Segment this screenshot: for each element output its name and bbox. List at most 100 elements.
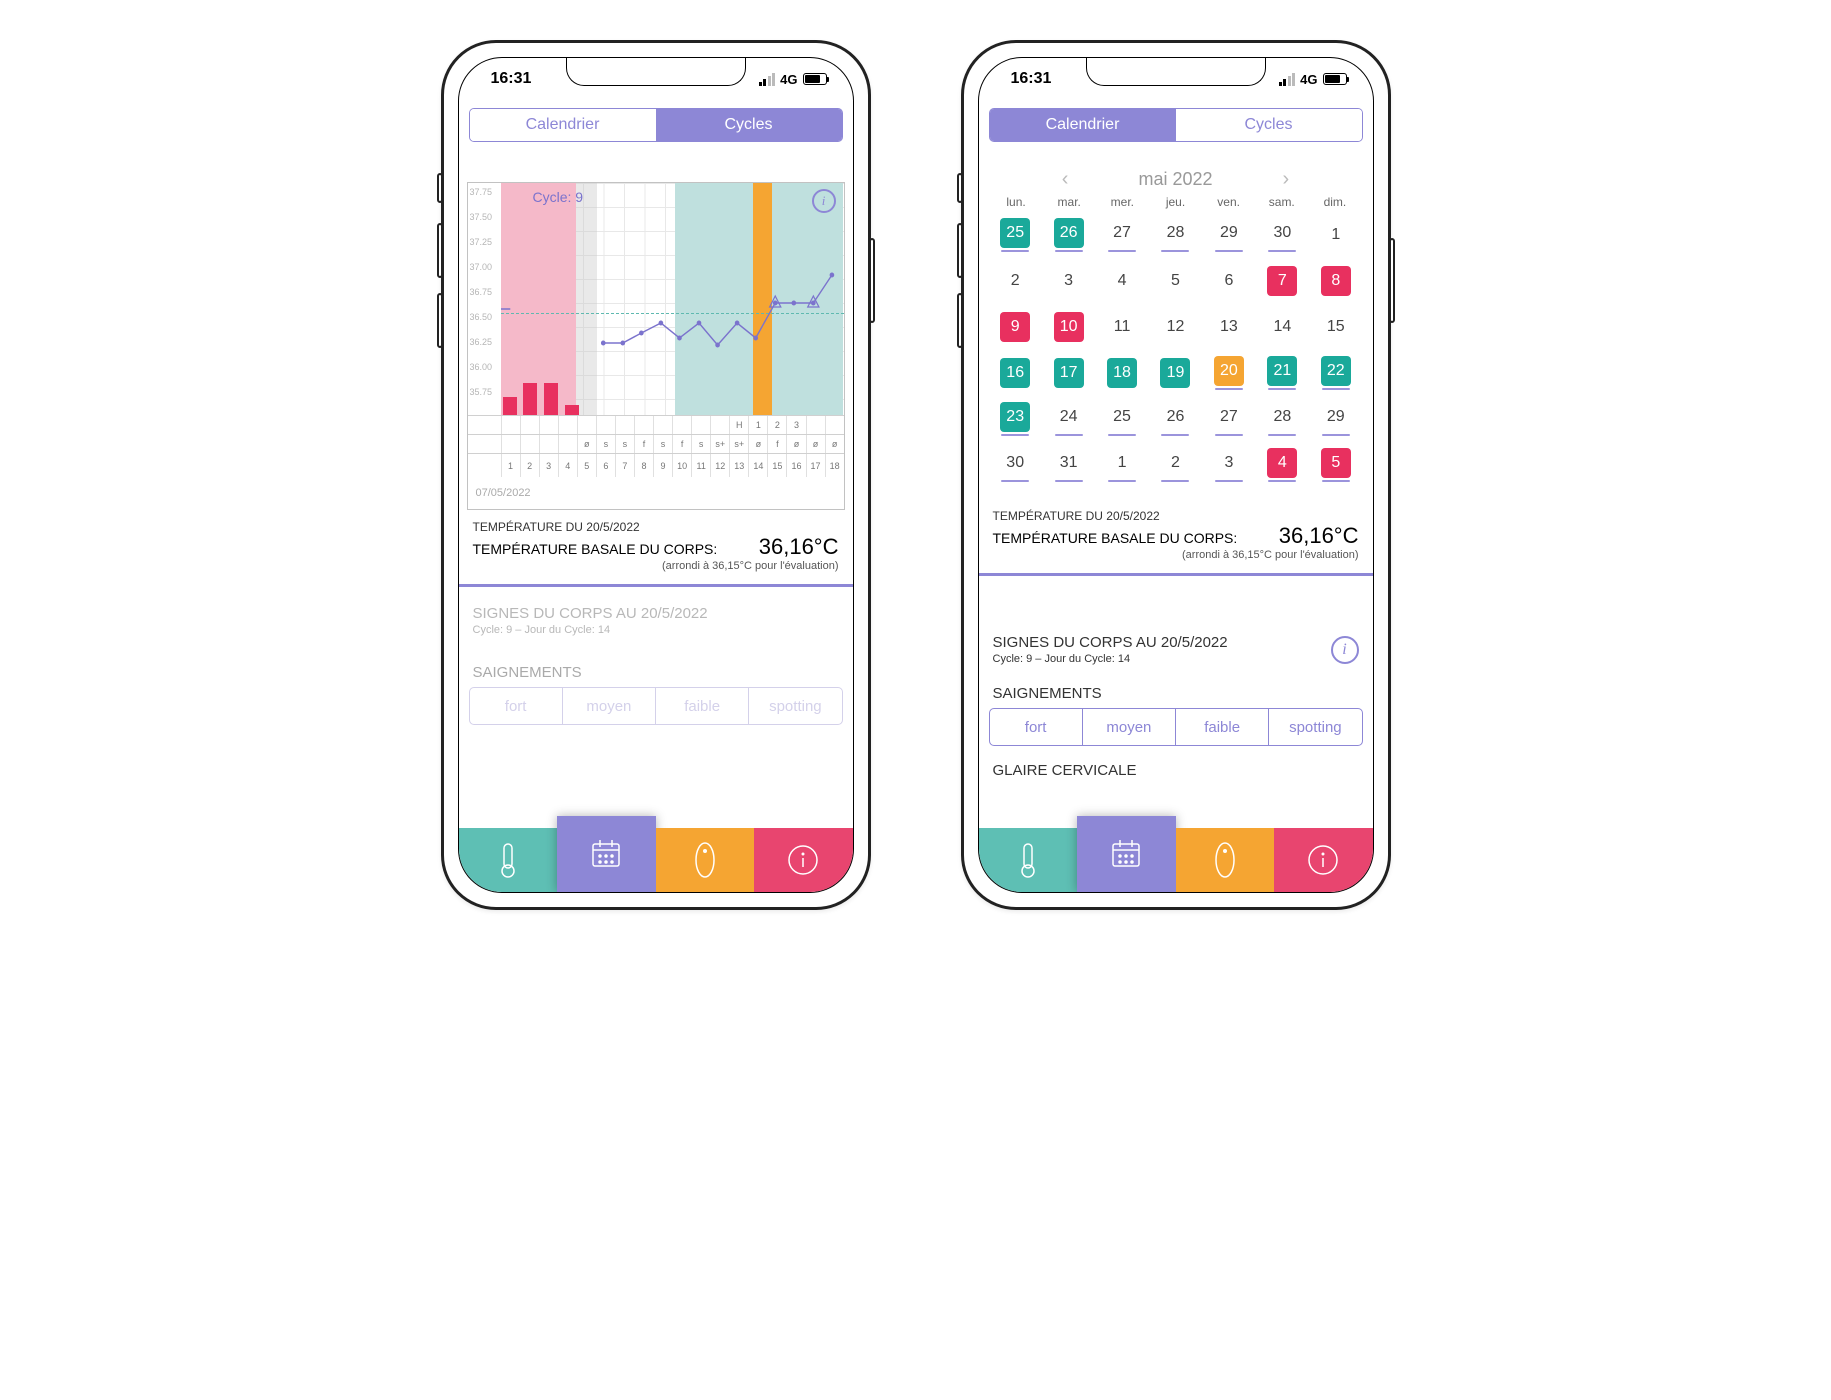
calendar-day[interactable]: 30 <box>993 445 1038 485</box>
tab-calendrier[interactable]: Calendrier <box>470 109 656 141</box>
notch <box>1086 58 1266 86</box>
calendar-day[interactable]: 23 <box>993 399 1038 439</box>
calendar-day[interactable]: 8 <box>1313 261 1358 301</box>
temp-value: 36,16°C <box>759 534 839 560</box>
signal-icon <box>759 73 776 86</box>
calendar-day[interactable]: 2 <box>993 261 1038 301</box>
body-signs-block: SIGNES DU CORPS AU 20/5/2022 Cycle: 9 – … <box>979 624 1373 669</box>
calendar-day[interactable]: 19 <box>1153 353 1198 393</box>
prev-month-button[interactable]: ‹ <box>1062 168 1069 191</box>
temp-label: TEMPÉRATURE BASALE DU CORPS: <box>473 541 718 557</box>
calendar-day[interactable]: 27 <box>1099 215 1144 255</box>
bleeding-options: fortmoyenfaiblespotting <box>989 708 1363 746</box>
calendar-day[interactable]: 10 <box>1046 307 1091 347</box>
network-label: 4G <box>1300 72 1317 87</box>
calendar-day[interactable]: 3 <box>1046 261 1091 301</box>
calendar-day[interactable]: 3 <box>1206 445 1251 485</box>
bleeding-option-faible[interactable]: faible <box>655 688 748 724</box>
network-label: 4G <box>780 72 797 87</box>
signs-subtitle: Cycle: 9 – Jour du Cycle: 14 <box>473 624 839 636</box>
notch <box>566 58 746 86</box>
bleeding-section-title: SAIGNEMENTS <box>459 640 853 685</box>
tab-calendar-icon[interactable] <box>1077 816 1176 892</box>
tab-cycles[interactable]: Cycles <box>656 109 842 141</box>
temperature-line <box>501 183 844 415</box>
calendar-day[interactable]: 4 <box>1099 261 1144 301</box>
calendar-day[interactable]: 14 <box>1260 307 1305 347</box>
tab-info[interactable] <box>1274 828 1373 892</box>
calendar-day[interactable]: 31 <box>1046 445 1091 485</box>
signs-title: SIGNES DU CORPS AU 20/5/2022 <box>473 605 839 622</box>
calendar-day[interactable]: 27 <box>1206 399 1251 439</box>
calendar-day[interactable]: 9 <box>993 307 1038 347</box>
status-time: 16:31 <box>491 70 532 88</box>
temp-label: TEMPÉRATURE BASALE DU CORPS: <box>993 530 1238 546</box>
cycle-chart-panel: 37.7537.5037.2537.0036.7536.5036.2536.00… <box>467 182 845 510</box>
tab-thermometer[interactable] <box>979 828 1078 892</box>
info-icon[interactable]: i <box>812 189 836 213</box>
tab-drop[interactable] <box>656 828 755 892</box>
calendar-day[interactable]: 4 <box>1260 445 1305 485</box>
chart-grid[interactable] <box>501 183 844 415</box>
tab-drop[interactable] <box>1176 828 1275 892</box>
tab-bar <box>979 828 1373 892</box>
calendar-day[interactable]: 28 <box>1153 215 1198 255</box>
calendar-day[interactable]: 16 <box>993 353 1038 393</box>
tab-info[interactable] <box>754 828 853 892</box>
calendar-day[interactable]: 30 <box>1260 215 1305 255</box>
bleeding-option-spotting[interactable]: spotting <box>1268 709 1361 745</box>
bleeding-option-moyen[interactable]: moyen <box>1082 709 1175 745</box>
calendar-day[interactable]: 6 <box>1206 261 1251 301</box>
calendar-day[interactable]: 5 <box>1153 261 1198 301</box>
bleeding-options: fortmoyenfaiblespotting <box>469 687 843 725</box>
temp-note: (arrondi à 36,15°C pour l'évaluation) <box>473 560 839 572</box>
signal-icon <box>1279 73 1296 86</box>
phone-calendrier: 16:31 4G Calendrier Cycles ‹ mai 2022 › <box>961 40 1391 910</box>
bleeding-option-moyen[interactable]: moyen <box>562 688 655 724</box>
calendar-day[interactable]: 15 <box>1313 307 1358 347</box>
calendar-day[interactable]: 25 <box>1099 399 1144 439</box>
bleeding-option-fort[interactable]: fort <box>470 688 562 724</box>
calendar-day[interactable]: 11 <box>1099 307 1144 347</box>
battery-icon <box>803 73 827 85</box>
calendar-day[interactable]: 1 <box>1099 445 1144 485</box>
status-time: 16:31 <box>1011 70 1052 88</box>
calendar-day[interactable]: 20 <box>1206 353 1251 393</box>
calendar-day[interactable]: 26 <box>1046 215 1091 255</box>
tab-thermometer[interactable] <box>459 828 558 892</box>
temperature-block: TEMPÉRATURE DU 20/5/2022 TEMPÉRATURE BAS… <box>459 510 853 580</box>
next-month-button[interactable]: › <box>1283 168 1290 191</box>
body-signs-block: SIGNES DU CORPS AU 20/5/2022 Cycle: 9 – … <box>459 587 853 640</box>
bleeding-option-fort[interactable]: fort <box>990 709 1082 745</box>
month-label: mai 2022 <box>1138 169 1212 190</box>
info-icon[interactable]: i <box>1331 636 1359 664</box>
calendar-day[interactable]: 18 <box>1099 353 1144 393</box>
temp-note: (arrondi à 36,15°C pour l'évaluation) <box>993 549 1359 561</box>
chart-title: Cycle: 9 <box>533 189 584 205</box>
calendar-day[interactable]: 13 <box>1206 307 1251 347</box>
battery-icon <box>1323 73 1347 85</box>
temp-date-label: TEMPÉRATURE DU 20/5/2022 <box>473 520 839 534</box>
calendar-day[interactable]: 24 <box>1046 399 1091 439</box>
tab-cycles[interactable]: Cycles <box>1176 109 1362 141</box>
calendar-day[interactable]: 21 <box>1260 353 1305 393</box>
calendar-day[interactable]: 28 <box>1260 399 1305 439</box>
calendar-day[interactable]: 5 <box>1313 445 1358 485</box>
calendar-day[interactable]: 29 <box>1313 399 1358 439</box>
calendar-day[interactable]: 2 <box>1153 445 1198 485</box>
calendar-day[interactable]: 12 <box>1153 307 1198 347</box>
calendar-day[interactable]: 25 <box>993 215 1038 255</box>
tab-calendrier[interactable]: Calendrier <box>990 109 1176 141</box>
calendar-day[interactable]: 1 <box>1313 215 1358 255</box>
calendar-day[interactable]: 29 <box>1206 215 1251 255</box>
bleeding-section-title: SAIGNEMENTS <box>979 669 1373 706</box>
calendar-day[interactable]: 22 <box>1313 353 1358 393</box>
view-segmented-control: Calendrier Cycles <box>469 108 843 142</box>
bleeding-option-spotting[interactable]: spotting <box>748 688 841 724</box>
calendar-day[interactable]: 26 <box>1153 399 1198 439</box>
bleeding-option-faible[interactable]: faible <box>1175 709 1268 745</box>
calendar-day[interactable]: 7 <box>1260 261 1305 301</box>
chart-footer-date: 07/05/2022 <box>468 477 844 509</box>
tab-calendar-icon[interactable] <box>557 816 656 892</box>
calendar-day[interactable]: 17 <box>1046 353 1091 393</box>
